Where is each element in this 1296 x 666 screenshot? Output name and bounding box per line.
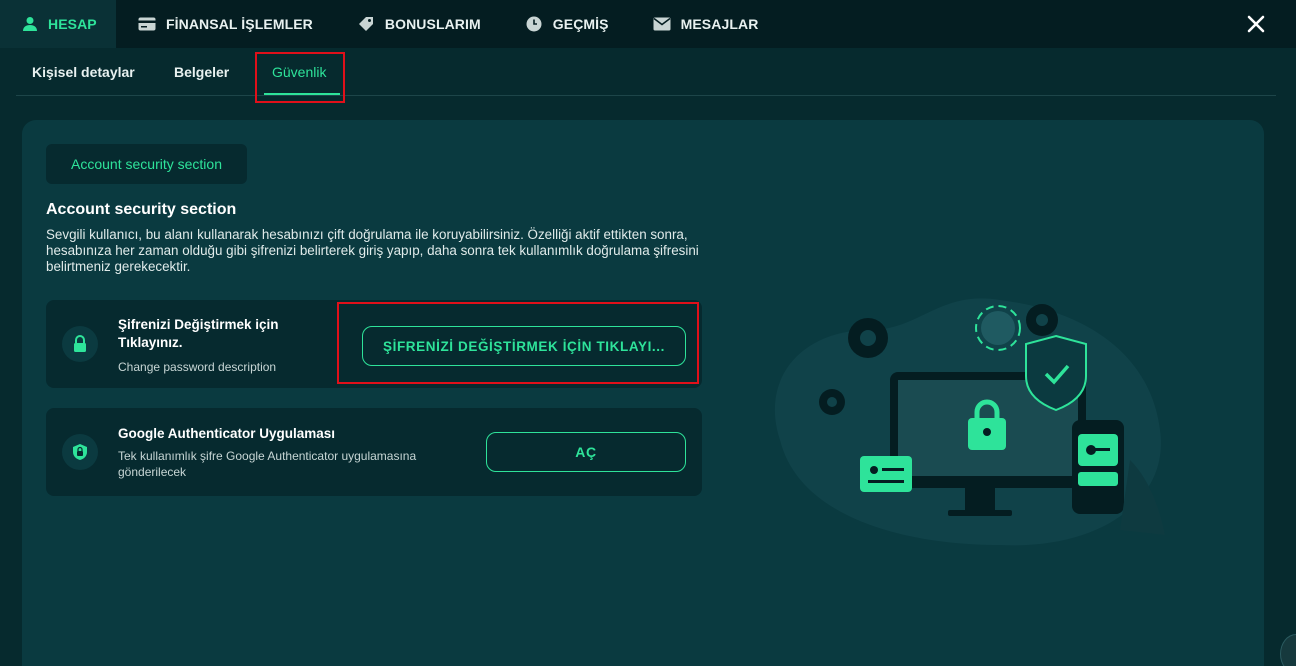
open-authenticator-button[interactable]: AÇ [486,432,686,472]
password-panel-subtitle: Change password description [118,360,277,374]
sub-navigation: Kişisel detaylar Belgeler Güvenlik [16,48,1276,96]
password-panel-title: Şifrenizi Değiştirmek için Tıklayınız. [118,317,279,350]
subtab-guvenlik[interactable]: Güvenlik [272,64,326,80]
tab-label: BONUSLARIM [384,16,481,32]
top-navigation: HESAP FİNANSAL İŞLEMLER BONUSLARIM GEÇMİ… [0,0,1296,48]
shield-lock-icon [62,434,98,470]
tab-label: GEÇMİŞ [552,16,609,32]
change-password-button[interactable]: ŞİFRENİZİ DEĞİŞTİRMEK İÇİN TIKLAYI... [362,326,686,366]
authenticator-panel-title: Google Authenticator Uygulaması [118,426,336,441]
gear-icon [819,389,845,415]
tab-finansal-islemler[interactable]: FİNANSAL İŞLEMLER [116,0,335,48]
clock-icon [525,15,543,33]
tab-label: HESAP [48,16,97,32]
tab-bonuslarim[interactable]: BONUSLARIM [335,0,503,48]
tag-icon [357,15,375,33]
authenticator-panel-subtitle: Tek kullanımlık şifre Google Authenticat… [118,449,417,479]
lock-icon [62,326,98,362]
section-description: Sevgili kullanıcı, bu alanı kullanarak h… [46,227,699,274]
gear-icon [1026,304,1058,336]
user-icon [22,15,38,33]
floating-chat-badge[interactable] [1280,634,1296,666]
tab-hesap[interactable]: HESAP [0,0,116,48]
section-chip[interactable]: Account security section [46,144,247,184]
close-icon[interactable] [1242,10,1270,38]
mail-icon [653,15,671,33]
security-illustration [774,298,1165,546]
tab-mesajlar[interactable]: MESAJLAR [631,0,781,48]
subtab-belgeler[interactable]: Belgeler [174,64,229,80]
section-heading: Account security section [46,201,237,218]
active-tab-underline [264,93,340,95]
subtab-kisisel-detaylar[interactable]: Kişisel detaylar [32,64,135,80]
tab-label: MESAJLAR [680,16,759,32]
tab-label: FİNANSAL İŞLEMLER [166,16,313,32]
tab-gecmis[interactable]: GEÇMİŞ [503,0,631,48]
gear-icon [848,318,888,358]
card-icon [138,15,156,33]
